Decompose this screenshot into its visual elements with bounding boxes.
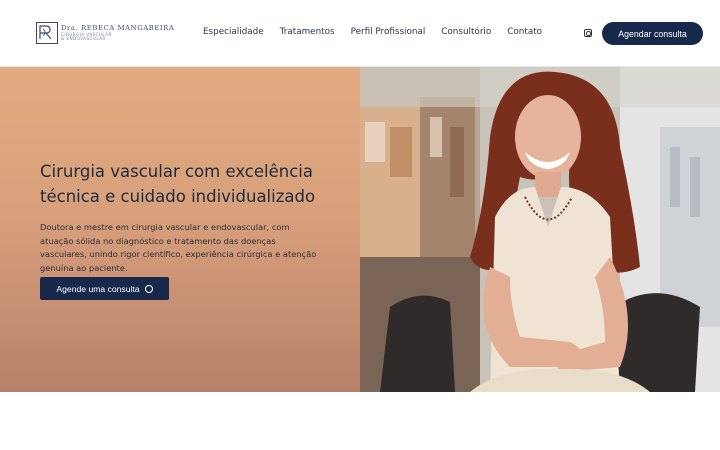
nav-consultorio[interactable]: Consultório <box>441 27 491 37</box>
logo-monogram-icon <box>36 22 58 44</box>
brand-logo[interactable]: Dra. REBECA MANGABEIRA CIRURGIA VASCULAR… <box>36 22 174 44</box>
doctor-portrait-photo <box>360 67 720 392</box>
main-nav: Especialidade Tratamentos Perfil Profiss… <box>203 27 542 37</box>
book-consultation-label: Agende uma consulta <box>56 283 140 294</box>
site-header: Dra. REBECA MANGABEIRA CIRURGIA VASCULAR… <box>0 0 720 67</box>
page-content-area <box>0 392 720 450</box>
whatsapp-icon <box>144 284 153 293</box>
nav-contato[interactable]: Contato <box>507 27 542 37</box>
brand-name: Dra. REBECA MANGABEIRA <box>61 23 175 32</box>
nav-perfil-profissional[interactable]: Perfil Profissional <box>351 27 426 37</box>
brand-subtitle-2: & ENDOVASCULAR <box>61 35 106 41</box>
instagram-icon[interactable] <box>584 29 592 37</box>
schedule-appointment-button[interactable]: Agendar consulta <box>602 22 703 45</box>
hero-title: Cirurgia vascular com excelência técnica… <box>40 162 316 206</box>
nav-tratamentos[interactable]: Tratamentos <box>280 27 335 37</box>
nav-especialidade[interactable]: Especialidade <box>203 27 264 37</box>
book-consultation-button[interactable]: Agende uma consulta <box>40 277 169 300</box>
hero-description: Doutora e mestre em cirurgia vascular e … <box>40 222 317 273</box>
